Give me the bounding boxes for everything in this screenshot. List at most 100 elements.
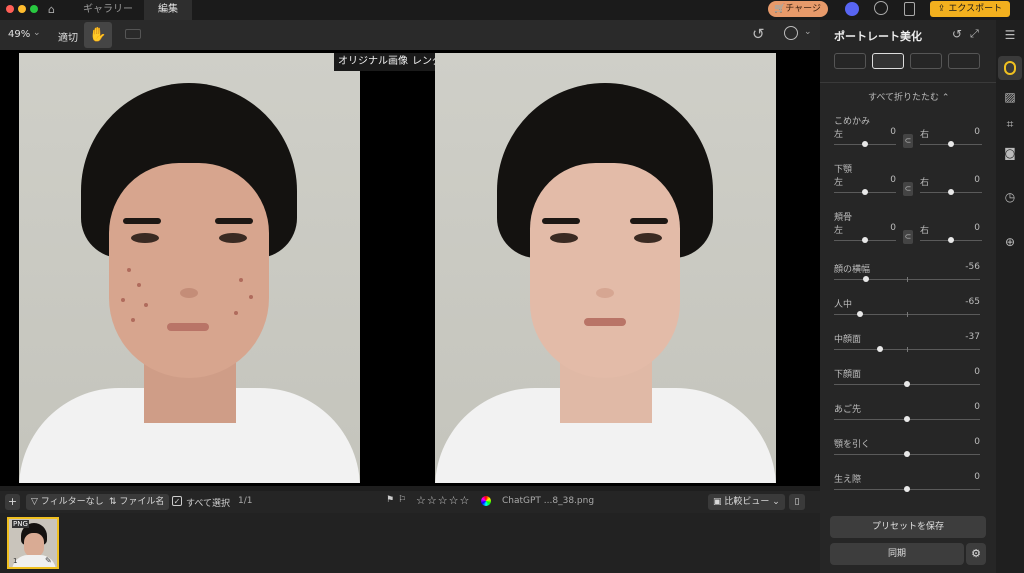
- sync-button[interactable]: 同期: [830, 543, 964, 565]
- charge-button[interactable]: 🛒チャージ: [768, 1, 828, 17]
- left-slider-knob[interactable]: [862, 189, 868, 195]
- history-icon[interactable]: ◷: [1003, 190, 1017, 204]
- slider-center-tick: [907, 347, 908, 352]
- slider-label: 顎を引く: [834, 440, 871, 450]
- crop-icon[interactable]: ⌗: [1003, 117, 1017, 131]
- link-icon[interactable]: ⊂: [903, 134, 913, 148]
- sort-button[interactable]: ⇅ ファイル名: [104, 494, 170, 510]
- left-label: 左: [834, 226, 844, 236]
- discord-icon[interactable]: [845, 2, 859, 16]
- reset-icon[interactable]: ↺: [952, 27, 962, 41]
- slider-label: 中顔面: [834, 335, 862, 345]
- slider-label: 下顔面: [834, 370, 862, 380]
- adjust-sliders-icon[interactable]: ☰: [1003, 28, 1017, 42]
- left-slider-knob[interactable]: [862, 237, 868, 243]
- slider-knob[interactable]: [876, 346, 883, 352]
- flag-icon[interactable]: ⚑: [386, 495, 394, 505]
- close-window-button[interactable]: [6, 5, 14, 13]
- pair-group-title: こめかみ: [834, 117, 871, 127]
- blemish: [127, 268, 131, 272]
- save-preset-button[interactable]: プリセットを保存: [830, 516, 986, 538]
- filter-button[interactable]: ▽ フィルターなし: [26, 494, 109, 510]
- slider-label: あご先: [834, 405, 862, 415]
- link-icon[interactable]: ⊂: [903, 230, 913, 244]
- compare-view-dropdown[interactable]: ▣ 比較ビュー ⌄: [708, 494, 785, 510]
- edit-pencil-icon: ✎: [45, 556, 52, 565]
- minimize-window-button[interactable]: [18, 5, 26, 13]
- file-name: ChatGPT ...8_38.png: [502, 496, 595, 506]
- slider-knob[interactable]: [856, 311, 863, 317]
- export-button[interactable]: ⇪ エクスポート: [930, 1, 1010, 17]
- slider-knob[interactable]: [904, 416, 910, 422]
- portrait-tool-button[interactable]: [998, 56, 1022, 80]
- thumbnail[interactable]: PNG 1 ✎: [7, 517, 59, 569]
- reject-flag-icon[interactable]: ⚐: [398, 495, 406, 505]
- sync-settings-icon[interactable]: ⚙: [966, 543, 986, 565]
- hand-tool-icon[interactable]: ✋: [84, 22, 112, 48]
- color-label-icon[interactable]: [481, 496, 491, 506]
- fit-button[interactable]: 適切: [58, 29, 78, 44]
- original-image[interactable]: [19, 53, 360, 483]
- panel-toggle-icon[interactable]: ▯: [789, 494, 805, 510]
- expand-icon[interactable]: ⤢: [970, 27, 979, 41]
- slider-value: 0: [974, 367, 980, 377]
- slider-knob[interactable]: [904, 451, 910, 457]
- star-rating[interactable]: ☆☆☆☆☆: [416, 494, 470, 507]
- left-value: 0: [890, 127, 896, 137]
- filter-icon: ▽: [31, 497, 38, 507]
- face-shape-mode-button[interactable]: [872, 53, 904, 69]
- body-mode-button[interactable]: [834, 53, 866, 69]
- compare-view-label: 比較ビュー: [724, 497, 770, 507]
- camera-icon[interactable]: ◙: [1003, 146, 1017, 160]
- right-slider-knob[interactable]: [948, 141, 954, 147]
- home-icon[interactable]: ⌂: [48, 3, 62, 17]
- select-all-checkbox[interactable]: ✓: [172, 496, 182, 506]
- zoom-chevron-icon[interactable]: ⌄: [33, 28, 41, 38]
- left-value: 0: [890, 223, 896, 233]
- slider-label: 顔の横幅: [834, 265, 871, 275]
- slider-label: 生え際: [834, 475, 862, 485]
- right-slider-knob[interactable]: [948, 189, 954, 195]
- mouth: [167, 323, 209, 331]
- zoom-window-button[interactable]: [30, 5, 38, 13]
- link-icon[interactable]: ⊂: [903, 182, 913, 196]
- lips-mode-button[interactable]: [948, 53, 980, 69]
- slider-knob[interactable]: [904, 486, 910, 492]
- select-all-label[interactable]: すべて選択: [186, 496, 230, 509]
- slider-value: -37: [965, 332, 980, 342]
- slider-value: 0: [974, 472, 980, 482]
- image-canvas[interactable]: オリジナル画像 レンダリング: [0, 50, 820, 486]
- account-icon[interactable]: [874, 1, 888, 15]
- undo-icon[interactable]: ↺: [752, 25, 765, 43]
- tab-edit[interactable]: 編集: [144, 0, 192, 20]
- right-brow: [630, 218, 668, 224]
- right-slider-knob[interactable]: [948, 237, 954, 243]
- slider-label: 人中: [834, 300, 853, 310]
- slider-knob[interactable]: [904, 381, 910, 387]
- sort-label: ファイル名: [119, 497, 165, 507]
- slider-center-tick: [907, 277, 908, 282]
- slider-center-tick: [907, 312, 908, 317]
- thumb-index: 1: [13, 557, 18, 565]
- left-value: 0: [890, 175, 896, 185]
- tab-gallery[interactable]: ギャラリー: [72, 0, 144, 20]
- pair-group-title: 頬骨: [834, 213, 853, 223]
- eyes-mode-button[interactable]: [910, 53, 942, 69]
- left-slider-knob[interactable]: [862, 141, 868, 147]
- slider-knob[interactable]: [863, 276, 870, 282]
- selection-count: 1/1: [238, 496, 253, 506]
- rendered-image[interactable]: [435, 53, 776, 483]
- panel-title: ポートレート美化: [834, 30, 922, 43]
- logout-icon[interactable]: [904, 2, 915, 16]
- image-icon[interactable]: ▨: [1003, 90, 1017, 104]
- blemish: [144, 303, 148, 307]
- mask-icon[interactable]: [784, 26, 798, 40]
- add-tool-icon[interactable]: ⊕: [1003, 235, 1017, 249]
- add-icon[interactable]: +: [5, 494, 20, 510]
- compare-layout-icon[interactable]: [125, 29, 141, 39]
- zoom-level[interactable]: 49%: [8, 29, 30, 40]
- left-label: 左: [834, 178, 844, 188]
- collapse-all-button[interactable]: すべて折りたたむ ⌃: [868, 90, 949, 103]
- pair-group-title: 下顎: [834, 165, 853, 175]
- mask-chevron-icon[interactable]: ⌄: [804, 27, 812, 37]
